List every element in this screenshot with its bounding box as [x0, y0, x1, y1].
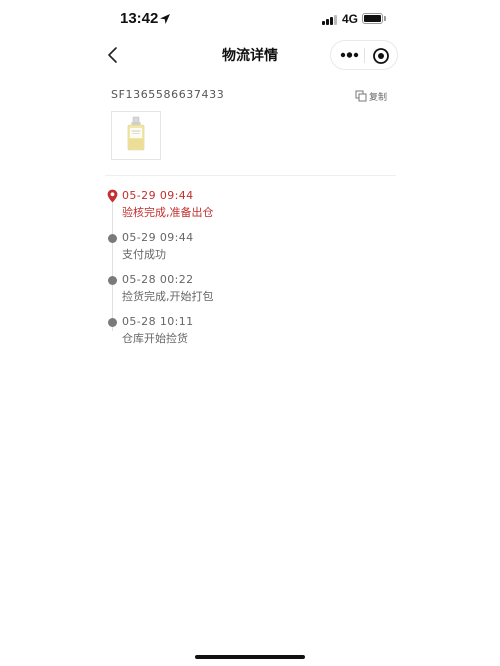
network-type: 4G [342, 12, 359, 26]
tracking-number: SF1365586637433 [111, 88, 225, 101]
timeline-time: 05-28 10:11 [122, 315, 194, 328]
status-time: 13:42 [120, 10, 159, 27]
timeline-time: 05-28 00:22 [122, 273, 194, 286]
more-dots-icon[interactable] [337, 46, 361, 64]
copy-icon [355, 90, 367, 102]
capsule-divider [364, 48, 365, 63]
close-target-icon[interactable] [371, 46, 391, 66]
signal-bars-icon [322, 15, 338, 25]
timeline-desc: 仓库开始捡货 [122, 332, 188, 345]
timeline-time: 05-29 09:44 [122, 231, 194, 244]
section-divider [105, 175, 396, 176]
copy-label: 复制 [369, 92, 388, 103]
timeline-item: 05-28 00:22 捡货完成,开始打包 [104, 271, 394, 311]
timeline-item: 05-29 09:44 验核完成,准备出仓 [104, 187, 394, 227]
location-arrow-icon [160, 14, 170, 24]
dot-icon [108, 234, 117, 243]
dot-icon [108, 318, 117, 327]
timeline-item: 05-28 10:11 仓库开始捡货 [104, 313, 394, 353]
battery-tip [384, 16, 386, 21]
battery-icon [362, 13, 383, 24]
perfume-bottle-image [127, 116, 145, 151]
page-title: 物流详情 [222, 48, 278, 64]
mini-program-capsule [330, 40, 398, 70]
timeline-desc: 验核完成,准备出仓 [122, 206, 214, 219]
status-bar: 13:42 4G [0, 0, 500, 40]
timeline-desc: 支付成功 [122, 248, 166, 261]
timeline-time: 05-29 09:44 [122, 189, 194, 202]
timeline-item: 05-29 09:44 支付成功 [104, 229, 394, 269]
product-thumbnail[interactable] [111, 111, 161, 160]
timeline-desc: 捡货完成,开始打包 [122, 290, 214, 303]
location-pin-icon [107, 189, 118, 203]
nav-bar: 物流详情 [0, 38, 500, 72]
copy-button[interactable]: 复制 [355, 89, 387, 103]
dot-icon [108, 276, 117, 285]
home-indicator [195, 655, 305, 659]
